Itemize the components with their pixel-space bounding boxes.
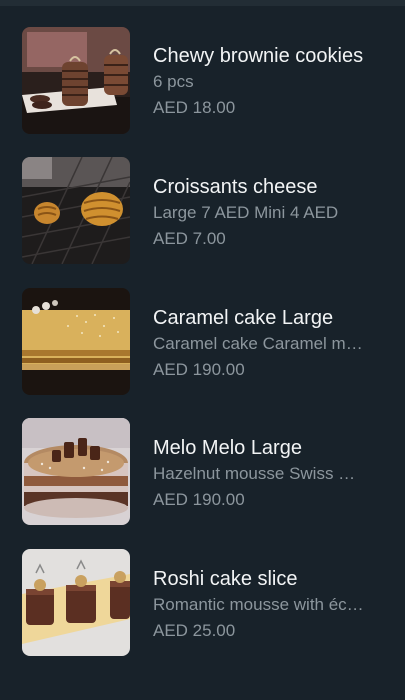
- brownie-cookies-photo: [22, 27, 130, 134]
- product-item-roshi-cake-slice[interactable]: Roshi cake slice Romantic mousse with éc…: [0, 549, 405, 659]
- product-info: Chewy brownie cookies 6 pcs AED 18.00: [153, 27, 393, 121]
- product-price: AED 25.00: [153, 621, 236, 640]
- product-title: Roshi cake slice: [153, 568, 298, 590]
- product-price: AED 18.00: [153, 98, 236, 117]
- product-title: Chewy brownie cookies: [153, 45, 364, 67]
- product-item-croissants-cheese[interactable]: Croissants cheese Large 7 AED Mini 4 AED…: [0, 157, 405, 267]
- product-description: Romantic mousse with éc…: [153, 595, 364, 614]
- product-title: Melo Melo Large: [153, 437, 302, 459]
- roshi-cake-photo: [22, 549, 130, 656]
- product-description: Caramel cake Caramel m…: [153, 334, 363, 353]
- product-description: 6 pcs: [153, 72, 194, 91]
- product-info: Caramel cake Large Caramel cake Caramel …: [153, 288, 393, 383]
- product-description: Large 7 AED Mini 4 AED: [153, 203, 339, 222]
- product-price: AED 190.00: [153, 490, 245, 509]
- product-item-caramel-cake-large[interactable]: Caramel cake Large Caramel cake Caramel …: [0, 288, 405, 398]
- product-info: Roshi cake slice Romantic mousse with éc…: [153, 549, 393, 644]
- product-info: Melo Melo Large Hazelnut mousse Swiss … …: [153, 418, 393, 513]
- product-description: Hazelnut mousse Swiss …: [153, 464, 356, 483]
- product-price: AED 7.00: [153, 229, 226, 248]
- product-price: AED 190.00: [153, 360, 245, 379]
- product-title: Caramel cake Large: [153, 307, 334, 329]
- caramel-cake-photo: [22, 288, 130, 395]
- product-item-chewy-brownie-cookies[interactable]: Chewy brownie cookies 6 pcs AED 18.00: [0, 27, 405, 137]
- product-title: Croissants cheese: [153, 176, 318, 198]
- melo-melo-photo: [22, 418, 130, 525]
- status-bar-strip: [0, 0, 405, 6]
- product-info: Croissants cheese Large 7 AED Mini 4 AED…: [153, 157, 393, 252]
- product-item-melo-melo-large[interactable]: Melo Melo Large Hazelnut mousse Swiss … …: [0, 418, 405, 528]
- croissants-photo: [22, 157, 130, 264]
